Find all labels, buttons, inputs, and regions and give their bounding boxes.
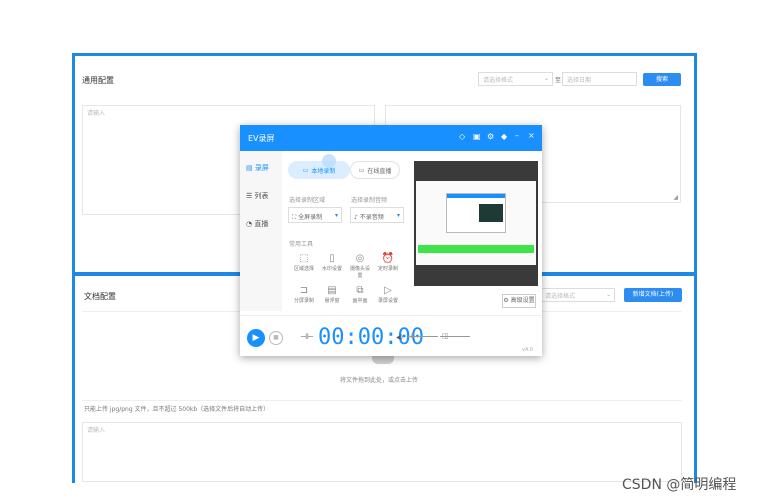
cursor-highlight	[322, 154, 336, 168]
window-icon[interactable]: ▣	[473, 132, 481, 141]
tool-label: 分屏录制	[293, 298, 314, 304]
lower-textarea[interactable]: 请输入	[82, 422, 682, 482]
area-select[interactable]: ⛶ 全屏录制 ▾	[288, 207, 342, 223]
upload-hint[interactable]: 将文件拖到此处，或点击上传	[340, 375, 418, 384]
lower-textarea-placeholder: 请输入	[87, 427, 106, 434]
tool-pip[interactable]: ⧉ 画中画	[348, 285, 372, 304]
tool-settings[interactable]: ▷ 录屏设置	[376, 285, 400, 304]
lower-panel-title: 文档配置	[84, 292, 116, 301]
audio-select-value: 不录音频	[359, 214, 384, 221]
date-input[interactable]: 选择日期	[562, 72, 637, 86]
tool-label: 悬浮窗	[324, 298, 340, 304]
play-button[interactable]: ▶	[247, 329, 265, 347]
watermark-icon: ▯	[329, 253, 335, 264]
search-button[interactable]: 搜索	[643, 73, 681, 86]
caret-down-icon: ▾	[396, 212, 400, 219]
live-icon: ◔	[246, 220, 253, 228]
sidebar-item-list[interactable]: ☰ 列表	[246, 191, 269, 201]
list-icon: ☰	[246, 192, 253, 200]
tool-label: 画中画	[352, 298, 368, 304]
tool-float[interactable]: ▤ 悬浮窗	[320, 285, 344, 304]
tab-online-live[interactable]: ▭ 在线直播	[350, 161, 400, 179]
upload-note: 只能上传 jpg/png 文件，且不超过 500kb（选择文件后将自动上传）	[84, 406, 270, 413]
area-select-icon: ⬚	[299, 253, 309, 264]
local-record-icon: ▭	[302, 166, 309, 174]
chevron-down-icon: ⌄	[543, 75, 549, 82]
recorder-titlebar[interactable]: EV录屏 ◇ ▣ ⚙ ◆ – ×	[240, 125, 542, 151]
speaker-icon: ♪	[354, 214, 358, 221]
tool-camera[interactable]: ◎ 摄像头设置	[348, 253, 372, 279]
floating-window-icon: ▤	[327, 285, 337, 296]
footer-divider	[240, 315, 542, 316]
volume-icon: ◀)	[396, 334, 403, 341]
preview-bar	[418, 245, 534, 253]
tool-watermark[interactable]: ▯ 水印设置	[320, 253, 344, 272]
advanced-settings-label: 高级设置	[510, 297, 535, 304]
tab-local-record[interactable]: ▭ 本地录制	[288, 161, 350, 179]
timer-display: 00:00:00	[318, 325, 424, 350]
gear-icon: ⚙	[503, 297, 509, 304]
tool-area-select[interactable]: ⬚ 区域选择	[292, 253, 316, 272]
tool-label: 录屏设置	[377, 298, 398, 304]
recorder-sidebar: ▤ 录屏 ☰ 列表 ◔ 直播	[240, 151, 282, 311]
sidebar-item-live[interactable]: ◔ 直播	[246, 219, 268, 229]
tool-split[interactable]: ⊐ 分屏录制	[292, 285, 316, 304]
area-label: 选择录制区域	[289, 197, 326, 204]
format-select-placeholder: 请选择格式	[483, 77, 514, 84]
tool-timer[interactable]: ⏰ 定时录制	[376, 253, 400, 272]
split-screen-icon: ⊐	[299, 285, 309, 296]
stop-button[interactable]: ■	[269, 331, 283, 345]
tab-label: 在线直播	[367, 167, 392, 175]
camera-icon: ◎	[355, 253, 365, 264]
sidebar-item-label: 录屏	[254, 164, 269, 172]
recorder-title: EV录屏	[248, 134, 275, 143]
preview-screen	[416, 181, 536, 265]
tool-label: 水印设置	[321, 266, 342, 272]
audio-select[interactable]: ♪ 不录音频 ▾	[350, 207, 404, 223]
sidebar-item-label: 列表	[254, 192, 269, 200]
left-textarea-placeholder: 请输入	[87, 110, 106, 117]
screen-icon: ⊣⊢	[300, 332, 314, 341]
chevron-down-icon: ⌄	[605, 291, 611, 298]
play-icon: ▶	[252, 333, 260, 343]
tools-label: 常用工具	[289, 241, 314, 248]
recorder-window: EV录屏 ◇ ▣ ⚙ ◆ – × ▤ 录屏 ☰ 列表 ◔ 直播 ▭ 本地录制 ▭…	[240, 125, 542, 356]
help-icon[interactable]: ◆	[501, 132, 507, 141]
tool-label: 区域选择	[293, 266, 314, 272]
area-select-value: 全屏录制	[298, 214, 323, 221]
format-select[interactable]: 请选择格式 ⌄	[478, 72, 553, 86]
alarm-clock-icon: ⏰	[381, 253, 395, 264]
fullscreen-icon: ⛶	[292, 214, 297, 221]
tool-label: 摄像头设置	[349, 266, 370, 279]
preview-window	[446, 193, 506, 233]
close-icon[interactable]: ×	[528, 131, 535, 140]
live-stream-icon: ▭	[358, 166, 365, 174]
audio-label: 选择录制音频	[351, 197, 388, 204]
skin-icon[interactable]: ◇	[459, 132, 465, 141]
add-document-button[interactable]: 新增文档(上传)	[624, 288, 682, 302]
advanced-settings-button[interactable]: ⚙ 高级设置	[502, 294, 536, 308]
stop-icon: ■	[273, 334, 279, 341]
sidebar-item-record[interactable]: ▤ 录屏	[246, 163, 269, 173]
microphone-icon: ♁	[410, 332, 416, 340]
settings-icon[interactable]: ⚙	[487, 132, 494, 141]
speaker-volume-icon: ◫	[442, 332, 449, 340]
resize-handle-icon[interactable]: ◢	[673, 194, 678, 201]
version-text: v4.0	[522, 347, 533, 353]
doc-format-select[interactable]: 请选择格式 ⌄	[540, 288, 615, 302]
minimize-icon[interactable]: –	[515, 131, 519, 140]
picture-in-picture-icon: ⧉	[356, 285, 364, 296]
range-separator: 至	[555, 77, 562, 84]
preview-pane	[414, 161, 538, 286]
date-placeholder: 选择日期	[567, 77, 592, 84]
play-settings-icon: ▷	[384, 285, 392, 296]
record-icon: ▤	[246, 164, 253, 172]
upper-panel-title: 通用配置	[82, 76, 114, 85]
doc-format-placeholder: 请选择格式	[545, 293, 576, 300]
note-divider	[82, 400, 682, 401]
sidebar-item-label: 直播	[254, 220, 269, 228]
tool-label: 定时录制	[377, 266, 398, 272]
caret-down-icon: ▾	[334, 212, 338, 219]
csdn-watermark: CSDN @简明编程	[622, 477, 737, 493]
